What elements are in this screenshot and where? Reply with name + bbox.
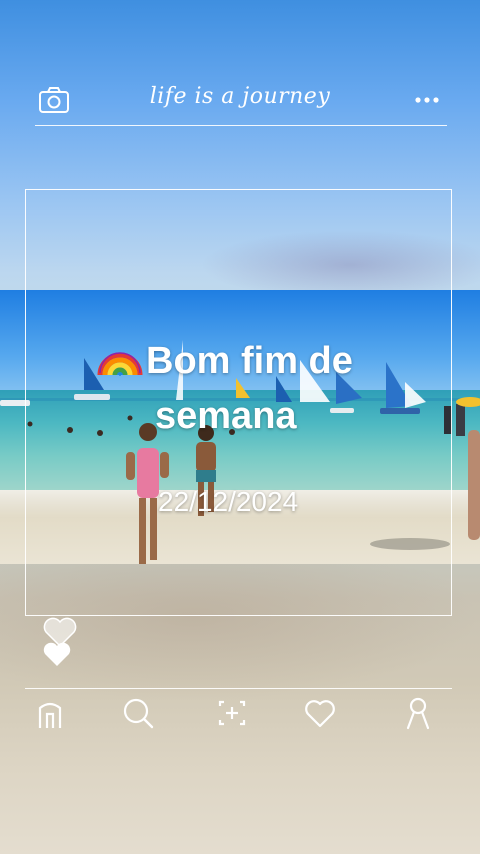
add-frame-icon <box>210 696 254 730</box>
profile-icon <box>396 696 440 730</box>
nav-profile[interactable] <box>396 696 440 736</box>
post-caption-text: Bom fim de <box>146 340 353 382</box>
more-dots-icon[interactable] <box>410 88 444 108</box>
bottom-nav <box>0 696 480 740</box>
search-icon <box>116 696 160 730</box>
rainbow-emoji <box>96 335 144 389</box>
header-divider <box>35 125 447 126</box>
home-icon <box>28 696 72 730</box>
post-date: 22/12/2024 <box>158 486 299 517</box>
app-title: life is a journey <box>149 84 331 109</box>
nav-home[interactable] <box>28 696 72 736</box>
nav-likes[interactable] <box>298 696 342 736</box>
top-bar: life is a journey <box>0 70 480 130</box>
nav-divider <box>25 688 452 689</box>
nav-add[interactable] <box>210 696 254 736</box>
post-caption-line1: Bom fim de <box>96 335 353 389</box>
nav-search[interactable] <box>116 696 160 736</box>
heart-filled-icon[interactable] <box>42 640 72 673</box>
heart-icon <box>298 696 342 730</box>
post-caption-line2: semana <box>155 395 297 437</box>
